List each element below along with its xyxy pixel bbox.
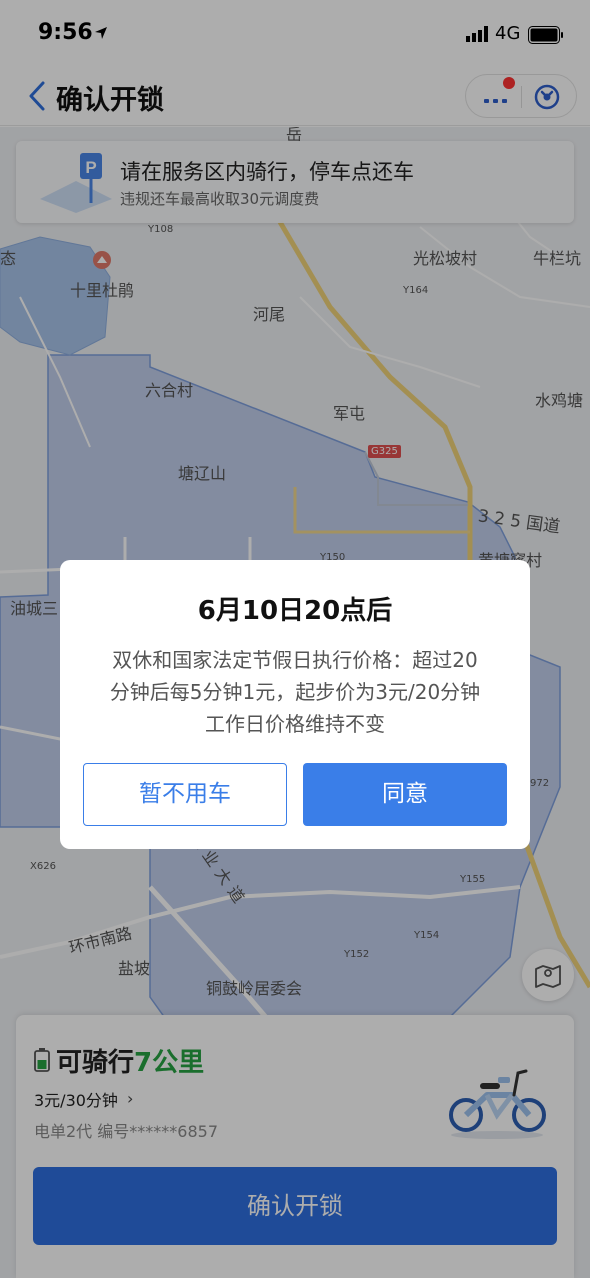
decline-button[interactable]: 暂不用车 xyxy=(83,763,287,826)
dialog-body-line: 工作日价格维持不变 xyxy=(205,712,385,736)
dialog-title: 6月10日20点后 xyxy=(197,596,393,626)
agree-button[interactable]: 同意 xyxy=(303,763,507,826)
dialog-body: 双休和国家法定节假日执行价格：超过20 分钟后每5分钟1元，起步价为3元/20分… xyxy=(88,644,502,740)
dialog-body-line: 双休和国家法定节假日执行价格：超过20 xyxy=(112,648,478,672)
dialog-body-line: 分钟后每5分钟1元，起步价为3元/20分钟 xyxy=(109,680,481,704)
pricing-notice-dialog: 6月10日20点后 双休和国家法定节假日执行价格：超过20 分钟后每5分钟1元，… xyxy=(60,560,530,849)
